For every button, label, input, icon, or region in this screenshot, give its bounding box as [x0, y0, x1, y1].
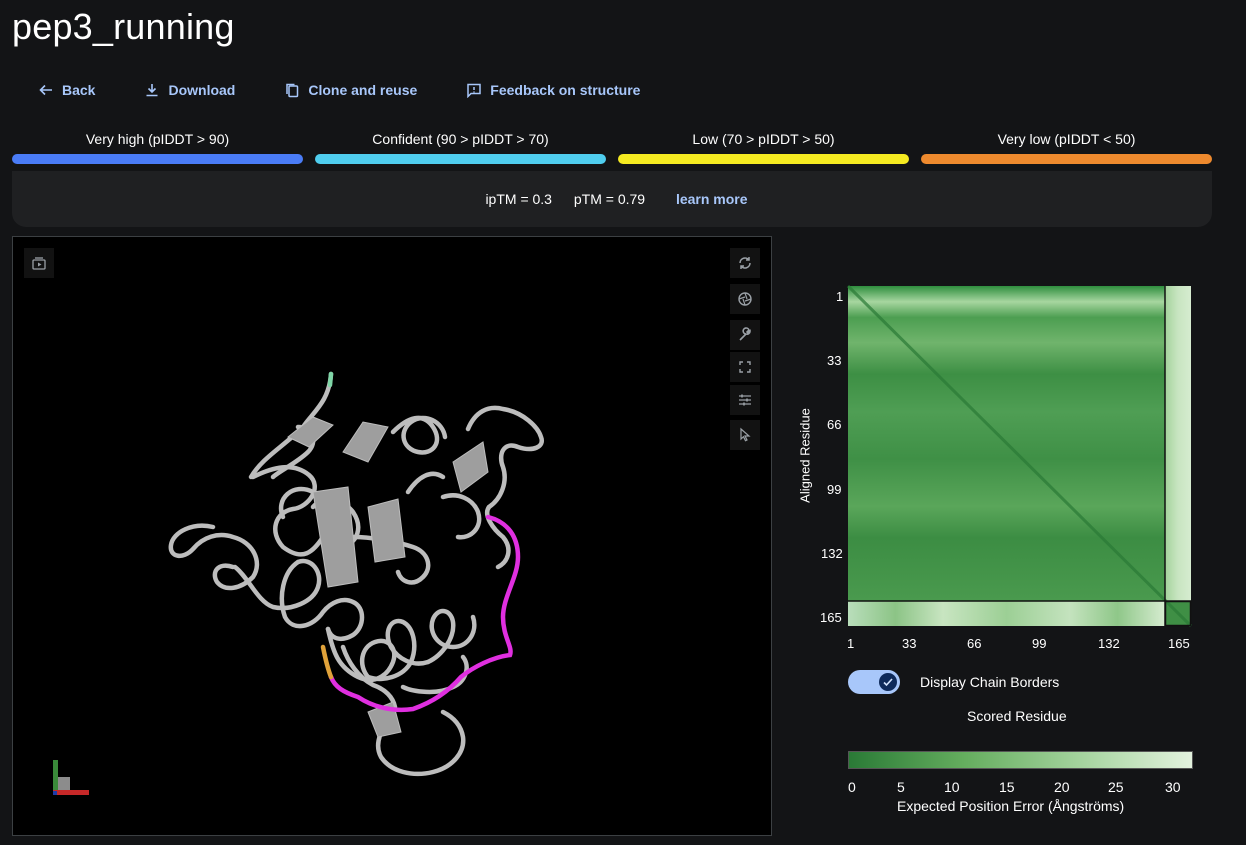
page-title: pep3_running	[12, 6, 235, 47]
peptide-chain	[328, 514, 521, 713]
x-tick: 165	[1168, 636, 1190, 651]
iptm-value: ipTM = 0.3	[485, 191, 552, 207]
legend-label: Low (70 > pIDDT > 50)	[692, 131, 835, 147]
download-button[interactable]: Download	[144, 82, 235, 98]
y-tick: 165	[820, 610, 842, 625]
scale-tick: 15	[999, 779, 1015, 795]
check-icon	[879, 673, 897, 691]
y-tick: 99	[827, 482, 842, 497]
x-axis-label: Scored Residue	[967, 708, 1067, 724]
download-label: Download	[168, 82, 236, 98]
color-scale-bar	[848, 751, 1193, 769]
legend-very-low: Very low (pIDDT < 50)	[921, 131, 1212, 164]
axes-gizmo	[53, 760, 89, 795]
legend-label: Confident (90 > pIDDT > 70)	[372, 131, 549, 147]
arrow-left-icon	[39, 84, 52, 96]
legend-label: Very high (pIDDT > 90)	[85, 131, 230, 147]
feedback-icon	[467, 83, 482, 98]
legend-label: Very low (pIDDT < 50)	[997, 131, 1136, 147]
y-axis-label: Aligned Residue	[797, 408, 813, 503]
y-tick: 1	[836, 289, 844, 304]
legend-confident: Confident (90 > pIDDT > 70)	[315, 131, 606, 164]
scale-tick: 25	[1108, 779, 1124, 795]
pae-panel: 1 33 66 99 132 165 Aligned Residue 1 33 …	[780, 236, 1246, 836]
x-tick: 33	[902, 636, 917, 651]
pae-block-bottom	[848, 601, 1165, 626]
structure-viewer[interactable]	[12, 236, 772, 836]
toggle-label: Display Chain Borders	[920, 674, 1060, 690]
protein-structure	[53, 371, 544, 795]
ptm-value: pTM = 0.79	[573, 191, 646, 207]
scale-label: Expected Position Error (Ångströms)	[897, 798, 1125, 814]
x-tick: 99	[1032, 636, 1047, 651]
download-icon	[146, 84, 158, 97]
copy-icon	[286, 83, 299, 98]
legend-bar	[315, 154, 606, 164]
clone-reuse-button[interactable]: Clone and reuse	[284, 82, 417, 98]
scale-tick: 20	[1054, 779, 1070, 795]
legend-low: Low (70 > pIDDT > 50)	[618, 131, 909, 164]
feedback-button[interactable]: Feedback on structure	[466, 82, 640, 98]
pae-block-right	[1165, 286, 1191, 601]
scale-tick: 10	[944, 779, 960, 795]
confidence-legend: Very high (pIDDT > 90) Confident (90 > p…	[12, 131, 1212, 164]
y-tick: 66	[827, 417, 842, 432]
x-tick: 132	[1098, 636, 1120, 651]
scale-tick: 0	[848, 779, 856, 795]
peptide-low-confidence	[320, 644, 334, 680]
legend-bar	[618, 154, 909, 164]
metrics-panel: ipTM = 0.3 pTM = 0.79 learn more	[12, 171, 1212, 227]
legend-bar	[921, 154, 1212, 164]
learn-more-link[interactable]: learn more	[676, 191, 748, 207]
back-button[interactable]: Back	[38, 82, 95, 98]
x-tick: 1	[847, 636, 855, 651]
feedback-label: Feedback on structure	[490, 82, 641, 98]
legend-bar	[12, 154, 303, 164]
pae-heatmap	[846, 284, 1193, 628]
scale-tick: 30	[1165, 779, 1181, 795]
y-tick: 33	[827, 353, 842, 368]
clone-label: Clone and reuse	[308, 82, 418, 98]
chain-borders-toggle[interactable]	[848, 670, 900, 694]
x-tick: 66	[967, 636, 982, 651]
toolbar: Back Download Clone and reuse Feedback o…	[38, 80, 689, 100]
terminal-tip	[327, 371, 334, 388]
scale-tick: 5	[897, 779, 905, 795]
legend-very-high: Very high (pIDDT > 90)	[12, 131, 303, 164]
y-tick: 132	[821, 546, 843, 561]
back-label: Back	[62, 82, 96, 98]
